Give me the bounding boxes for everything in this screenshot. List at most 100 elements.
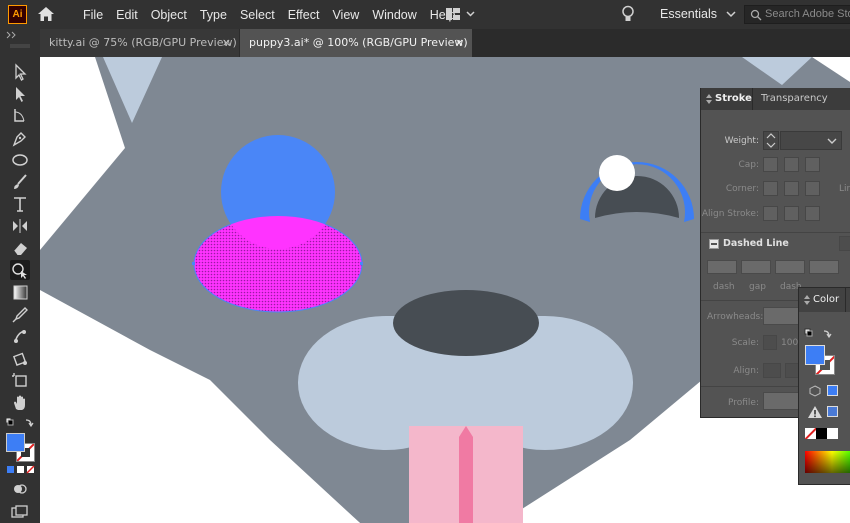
tab-transparency[interactable]: Transparency bbox=[761, 88, 828, 110]
gradient-tool-icon[interactable] bbox=[10, 282, 30, 302]
arrowhead-start-select[interactable] bbox=[763, 307, 803, 325]
align-label: Align: bbox=[733, 366, 759, 376]
screen-mode-icon[interactable] bbox=[11, 505, 29, 519]
tab-kitty[interactable]: kitty.ai @ 75% (RGB/GPU Preview) × bbox=[40, 29, 239, 57]
gap-field-2[interactable] bbox=[809, 260, 839, 274]
chevron-down-icon[interactable] bbox=[827, 137, 837, 145]
menu-select[interactable]: Select bbox=[240, 8, 275, 22]
color-fill-stroke[interactable] bbox=[805, 345, 835, 375]
search-icon bbox=[750, 9, 762, 21]
selection-tool-icon[interactable] bbox=[10, 62, 30, 82]
menu-edit[interactable]: Edit bbox=[116, 8, 138, 22]
chevron-down-icon bbox=[726, 11, 736, 18]
anchor-point[interactable] bbox=[192, 262, 195, 265]
hand-tool-icon[interactable] bbox=[10, 392, 30, 412]
live-paint-bucket-icon[interactable] bbox=[10, 348, 30, 368]
shape-builder-tool-icon[interactable] bbox=[10, 260, 30, 280]
tab-kitty-close-icon[interactable]: × bbox=[222, 29, 231, 57]
color-panel: Color bbox=[798, 287, 850, 485]
arrowheads-label: Arrowheads: bbox=[707, 312, 764, 322]
eraser-tool-icon[interactable] bbox=[10, 238, 30, 258]
direct-selection-tool-icon[interactable] bbox=[10, 84, 30, 104]
lightbulb-icon[interactable] bbox=[621, 5, 635, 26]
miter-join-icon[interactable] bbox=[763, 181, 778, 196]
artboard-tool-icon[interactable] bbox=[10, 370, 30, 390]
menu-view[interactable]: View bbox=[332, 8, 359, 22]
gamut-swatch[interactable] bbox=[827, 406, 838, 417]
pen-tool-icon[interactable] bbox=[10, 128, 30, 148]
home-icon[interactable] bbox=[37, 6, 55, 25]
menu-effect[interactable]: Effect bbox=[288, 8, 320, 22]
align-outside-icon[interactable] bbox=[805, 206, 820, 221]
tools-panel bbox=[0, 29, 40, 523]
app-logo: Ai bbox=[8, 5, 27, 24]
align-stroke-label: Align Stroke: bbox=[701, 209, 759, 219]
fill-swatch[interactable] bbox=[805, 345, 825, 365]
paintbrush-tool-icon[interactable] bbox=[10, 172, 30, 192]
dash-field-1[interactable] bbox=[707, 260, 737, 274]
dashed-line-checkbox[interactable] bbox=[709, 239, 719, 249]
swap-defaults-icon[interactable] bbox=[804, 328, 840, 340]
round-cap-icon[interactable] bbox=[784, 157, 799, 172]
cap-label: Cap: bbox=[738, 160, 759, 170]
gap-field-1[interactable] bbox=[741, 260, 771, 274]
tab-stroke[interactable]: Stroke bbox=[715, 88, 752, 110]
search-placeholder: Search Adobe Stock bbox=[765, 8, 850, 20]
dash-align-icon[interactable] bbox=[839, 236, 850, 251]
weight-stepper[interactable] bbox=[763, 131, 779, 150]
type-tool-icon[interactable] bbox=[10, 194, 30, 214]
puppet-warp-tool-icon[interactable] bbox=[10, 326, 30, 346]
panel-expand-icon[interactable] bbox=[803, 295, 811, 305]
last-color-swatch[interactable] bbox=[827, 385, 838, 396]
white-swatch[interactable] bbox=[827, 428, 838, 439]
weight-label: Weight: bbox=[724, 136, 759, 146]
none-swatch[interactable] bbox=[805, 428, 816, 439]
ellipse-tool-icon[interactable] bbox=[10, 150, 30, 170]
dash-field-2[interactable] bbox=[775, 260, 805, 274]
weight-input[interactable] bbox=[780, 131, 842, 150]
collapse-toolbar-icon[interactable] bbox=[6, 31, 20, 39]
square-cap-icon[interactable] bbox=[805, 157, 820, 172]
color-mode-icons[interactable] bbox=[6, 465, 36, 475]
nose[interactable] bbox=[393, 290, 539, 356]
profile-label: Profile: bbox=[727, 398, 759, 408]
profile-select[interactable] bbox=[763, 392, 803, 410]
color-spectrum[interactable] bbox=[805, 451, 850, 473]
color-panel-header: Color bbox=[799, 288, 850, 312]
swap-defaults-icon[interactable] bbox=[5, 417, 35, 429]
align-inside-icon[interactable] bbox=[784, 206, 799, 221]
dash-label-1: dash bbox=[713, 282, 735, 292]
menu-window[interactable]: Window bbox=[372, 8, 416, 22]
tab-divider bbox=[752, 88, 753, 110]
fill-swatch[interactable] bbox=[6, 433, 25, 452]
arrange-documents-icon[interactable] bbox=[446, 7, 476, 24]
align-center-icon[interactable] bbox=[763, 206, 778, 221]
search-stock-input[interactable]: Search Adobe Stock bbox=[744, 5, 850, 24]
grip-icon[interactable] bbox=[10, 44, 30, 48]
butt-cap-icon[interactable] bbox=[763, 157, 778, 172]
menu-type[interactable]: Type bbox=[200, 8, 227, 22]
anchor-point[interactable] bbox=[360, 262, 363, 265]
bevel-join-icon[interactable] bbox=[805, 181, 820, 196]
scale-label: Scale: bbox=[731, 338, 759, 348]
arrow-align-extend-icon[interactable] bbox=[763, 363, 781, 378]
tab-color[interactable]: Color bbox=[813, 289, 839, 311]
fill-stroke-swatches[interactable] bbox=[5, 432, 35, 462]
workspace-switcher[interactable]: Essentials bbox=[660, 7, 736, 21]
drawing-modes-icon[interactable] bbox=[12, 481, 28, 497]
tongue-center-line bbox=[459, 426, 473, 523]
menu-file[interactable]: File bbox=[83, 8, 103, 22]
black-swatch[interactable] bbox=[816, 428, 827, 439]
eyedropper-tool-icon[interactable] bbox=[10, 304, 30, 324]
curvature-tool-icon[interactable] bbox=[10, 106, 30, 126]
tab-puppy3-close-icon[interactable]: × bbox=[455, 29, 464, 57]
width-tool-icon[interactable] bbox=[10, 216, 30, 236]
panel-expand-icon[interactable] bbox=[705, 94, 713, 104]
scale-stepper[interactable] bbox=[763, 335, 777, 350]
round-join-icon[interactable] bbox=[784, 181, 799, 196]
menu-list: File Edit Object Type Select Effect View… bbox=[83, 0, 469, 29]
eye-highlight[interactable] bbox=[599, 155, 635, 191]
menu-object[interactable]: Object bbox=[151, 8, 187, 22]
out-of-gamut-warning-icon[interactable] bbox=[808, 406, 822, 418]
tab-puppy3[interactable]: puppy3.ai* @ 100% (RGB/GPU Preview) × bbox=[240, 29, 472, 57]
